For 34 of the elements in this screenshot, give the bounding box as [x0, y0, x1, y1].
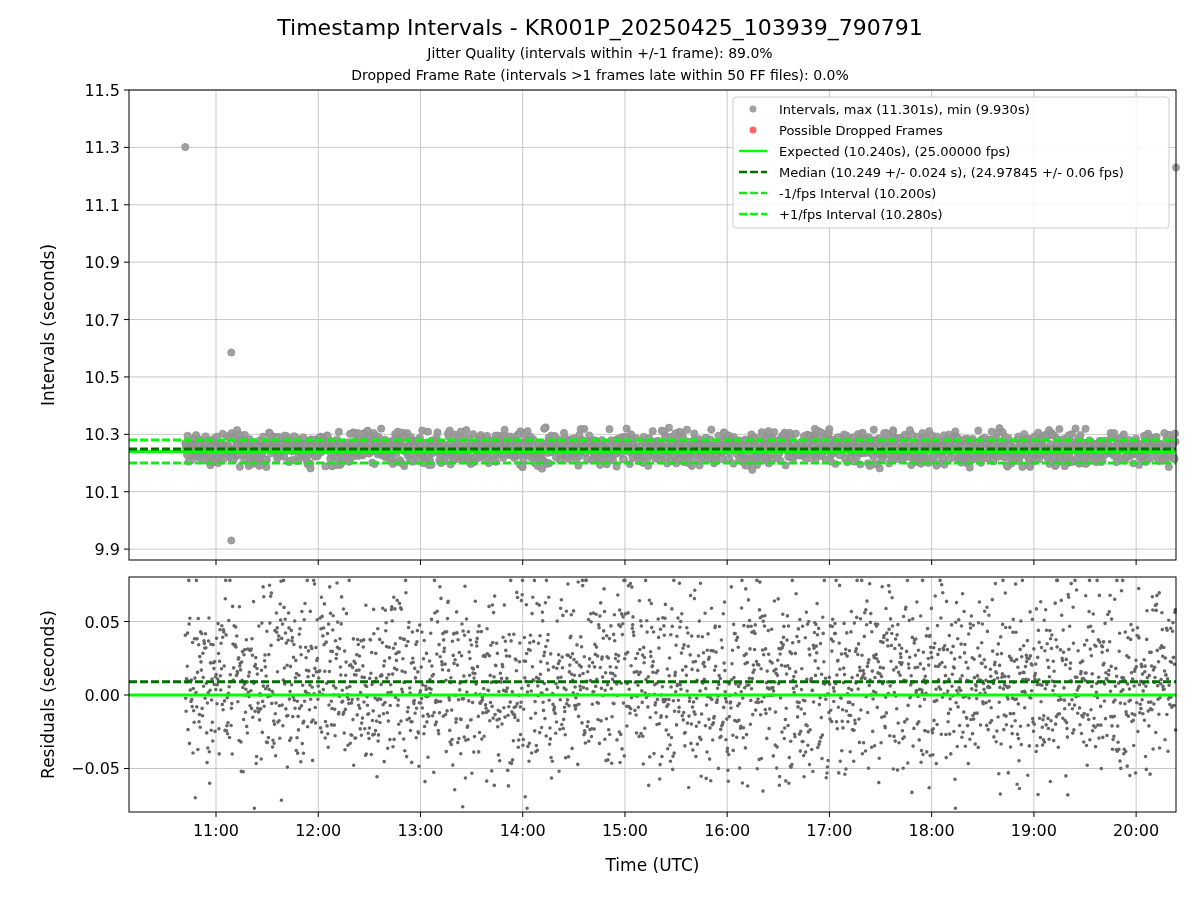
tick-label: 10.3: [84, 425, 120, 445]
axis-label: Time (UTC): [605, 855, 700, 875]
tick-label: 10.1: [84, 482, 120, 502]
tick-label: 20:00: [1113, 821, 1160, 840]
tick-label: 10.7: [84, 310, 120, 330]
legend-label: +1/fps Interval (10.280s): [779, 207, 943, 222]
tick-label: 11.3: [84, 138, 120, 158]
tick-label: 17:00: [806, 821, 853, 840]
tick-label: 12:00: [295, 821, 342, 840]
tick-label: 13:00: [397, 821, 444, 840]
tick-label: 11.1: [84, 195, 120, 215]
axis-label: Residuals (seconds): [38, 610, 58, 779]
legend-label: Expected (10.240s), (25.00000 fps): [779, 144, 1011, 159]
tick-label: 14:00: [499, 821, 546, 840]
tick-label: 11:00: [192, 821, 240, 840]
tick-label: 11.5: [84, 81, 120, 100]
chart-title: Timestamp Intervals - KR001P_20250425_103939_790791: [277, 14, 923, 42]
legend-label: -1/fps Interval (10.200s): [779, 186, 937, 201]
tick-label: 18:00: [908, 821, 955, 840]
tick-label: 15:00: [601, 821, 648, 840]
legend-label: Median (10.249 +/- 0.024 s), (24.97845 +/- 0.06 fps): [779, 165, 1124, 180]
chart-subtitle: Jitter Quality (intervals within +/-1 frame): 89.0%: [427, 44, 773, 63]
tick-label: 19:00: [1010, 821, 1057, 840]
tick-label: 10.9: [84, 253, 120, 273]
tick-label: 10.5: [84, 367, 120, 387]
tick-label: 9.9: [94, 540, 120, 560]
tick-label: 0.05: [84, 612, 120, 632]
tick-label: −0.05: [70, 759, 120, 779]
tick-label: 0.00: [84, 686, 120, 705]
legend-label: Possible Dropped Frames: [779, 123, 943, 138]
chart-subtitle: Dropped Frame Rate (intervals >1 frames late within 50 FF files): 0.0%: [351, 66, 849, 85]
axis-label: Intervals (seconds): [38, 243, 58, 407]
tick-label: 16:00: [704, 821, 751, 840]
legend-label: Intervals, max (11.301s), min (9.930s): [779, 102, 1030, 117]
